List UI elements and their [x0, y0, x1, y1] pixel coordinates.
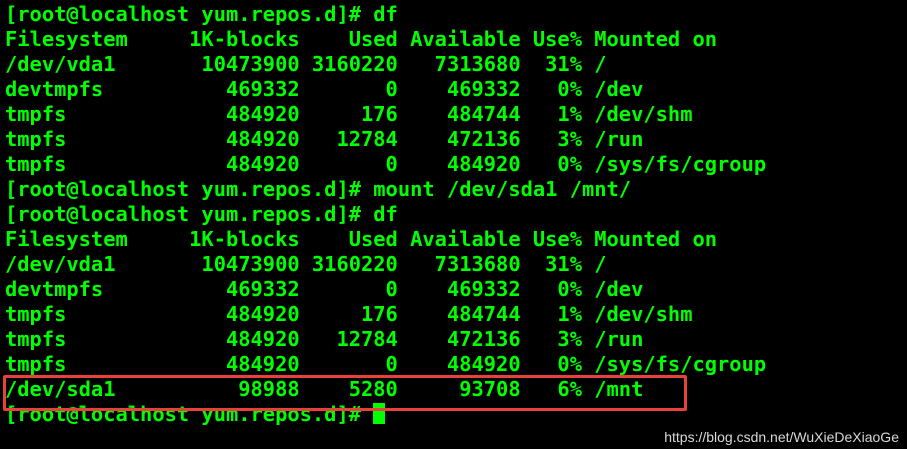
text-cursor: [373, 403, 386, 424]
terminal-window[interactable]: [root@localhost yum.repos.d]# df Filesys…: [0, 0, 907, 449]
df-row-tmpfs-run: tmpfs 484920 12784 472136 3% /run: [5, 127, 644, 151]
df-row-tmpfs-shm-2: tmpfs 484920 176 484744 1% /dev/shm: [5, 302, 693, 326]
df-row-devtmpfs-2: devtmpfs 469332 0 469332 0% /dev: [5, 277, 644, 301]
csdn-watermark: https://blog.csdn.net/WuXieDeXiaoGe: [664, 429, 899, 445]
df-row-vda1: /dev/vda1 10473900 3160220 7313680 31% /: [5, 52, 607, 76]
df-row-devtmpfs: devtmpfs 469332 0 469332 0% /dev: [5, 77, 644, 101]
df-row-vda1-2: /dev/vda1 10473900 3160220 7313680 31% /: [5, 252, 607, 276]
terminal-line-prompt-df: [root@localhost yum.repos.d]# df: [5, 2, 398, 26]
df-row-tmpfs-run-2: tmpfs 484920 12784 472136 3% /run: [5, 327, 644, 351]
df-row-tmpfs-cgroup-2: tmpfs 484920 0 484920 0% /sys/fs/cgroup: [5, 352, 767, 376]
terminal-input-line[interactable]: [root@localhost yum.repos.d]#: [5, 402, 907, 427]
df-row-tmpfs-cgroup: tmpfs 484920 0 484920 0% /sys/fs/cgroup: [5, 152, 767, 176]
df-row-tmpfs-shm: tmpfs 484920 176 484744 1% /dev/shm: [5, 102, 693, 126]
terminal-line-prompt-df-2: [root@localhost yum.repos.d]# df: [5, 202, 398, 226]
df-header-row-2: Filesystem 1K-blocks Used Available Use%…: [5, 227, 718, 251]
terminal-line-prompt-mount: [root@localhost yum.repos.d]# mount /dev…: [5, 177, 632, 201]
df-row-sda1: /dev/sda1 98988 5280 93708 6% /mnt: [5, 377, 644, 401]
df-header-row: Filesystem 1K-blocks Used Available Use%…: [5, 27, 718, 51]
terminal-line-prompt-current: [root@localhost yum.repos.d]#: [5, 402, 374, 426]
